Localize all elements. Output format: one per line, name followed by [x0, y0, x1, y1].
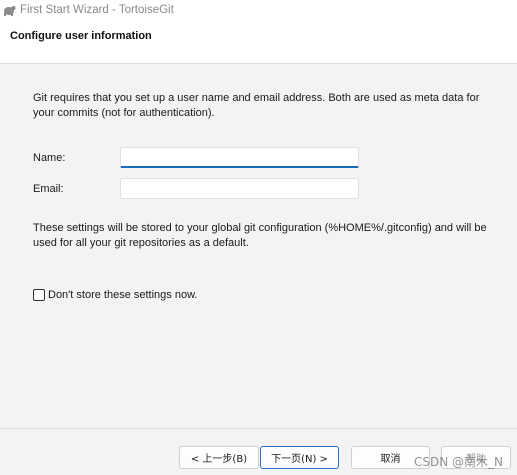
- email-label: Email:: [33, 183, 64, 195]
- back-button[interactable]: < 上一步(B): [179, 446, 259, 469]
- tortoisegit-app-icon: [2, 3, 16, 17]
- wizard-header: Configure user information: [0, 20, 517, 64]
- watermark: CSDN @南木_N: [413, 455, 503, 469]
- dont-store-option[interactable]: Don't store these settings now.: [33, 289, 197, 301]
- dont-store-checkbox[interactable]: [33, 289, 45, 301]
- wizard-content: Git requires that you set up a user name…: [0, 64, 517, 428]
- title-bar: First Start Wizard - TortoiseGit: [0, 0, 517, 20]
- storage-info-text: These settings will be stored to your gl…: [33, 222, 487, 249]
- wizard-footer: < 上一步(B) 下一页(N) > 取消 帮助 CSDN @南木_N: [0, 428, 517, 475]
- page-title: Configure user information: [10, 30, 152, 42]
- intro-text: Git requires that you set up a user name…: [33, 92, 480, 119]
- dont-store-label[interactable]: Don't store these settings now.: [48, 289, 197, 301]
- name-label: Name:: [33, 152, 66, 164]
- next-button[interactable]: 下一页(N) >: [260, 446, 339, 469]
- window-title: First Start Wizard - TortoiseGit: [20, 4, 174, 16]
- email-field[interactable]: [120, 178, 359, 199]
- name-field[interactable]: [120, 147, 359, 168]
